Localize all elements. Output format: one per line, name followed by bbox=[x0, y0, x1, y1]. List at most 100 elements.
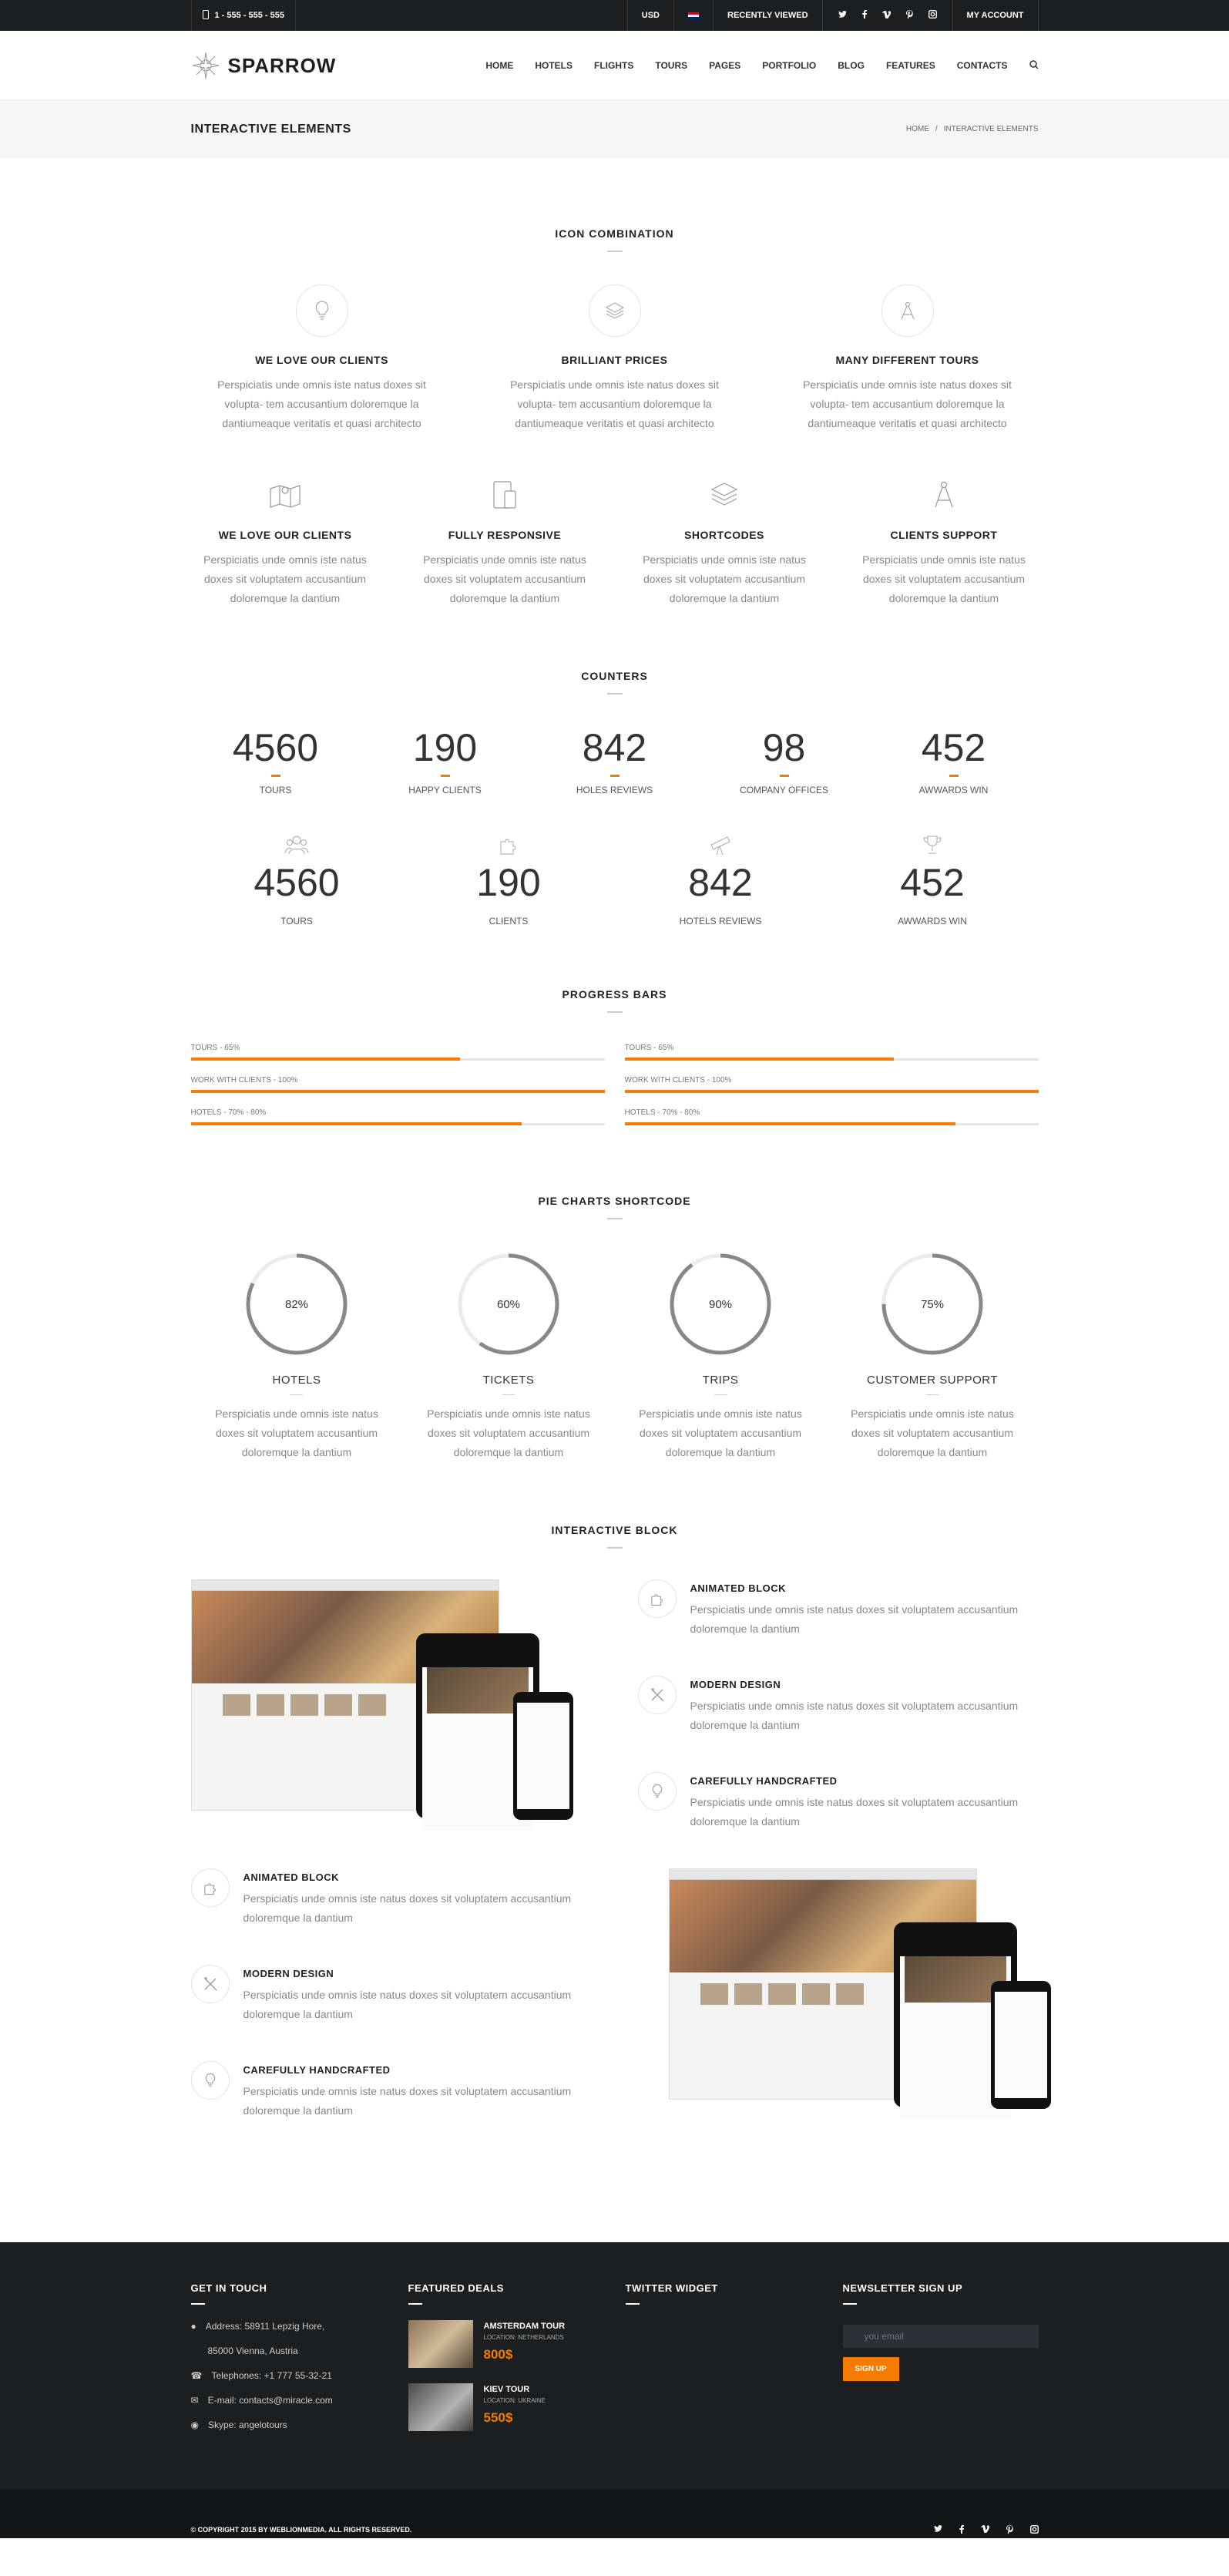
nav-hotels[interactable]: HOTELS bbox=[535, 60, 573, 71]
pie-value: 75% bbox=[920, 1297, 945, 1311]
deal-item[interactable]: KIEV TOUR LOCATION: UKRAINE 550$ bbox=[408, 2383, 603, 2431]
interactive-text: Perspiciatis unde omnis iste natus doxes… bbox=[243, 1989, 572, 2020]
pinterest-icon[interactable] bbox=[905, 10, 913, 21]
facebook-icon[interactable] bbox=[959, 2524, 964, 2535]
interactive-title: ANIMATED BLOCK bbox=[690, 1582, 786, 1594]
sparrow-logo-icon bbox=[192, 52, 219, 79]
pie-title: HOTELS bbox=[191, 1374, 403, 1395]
nav-home[interactable]: HOME bbox=[485, 60, 513, 71]
copyright: © COPYRIGHT 2015 BY WEBLIONMEDIA. ALL RI… bbox=[190, 2526, 412, 2534]
page-title: INTERACTIVE ELEMENTS bbox=[190, 122, 351, 136]
progress-fill bbox=[190, 1058, 460, 1061]
counter: 842 HOTELS REVIEWS bbox=[615, 829, 827, 926]
interactive-item: MODERN DESIGN Perspiciatis unde omnis ist… bbox=[190, 1965, 592, 2024]
section-title: PROGRESS BARS bbox=[191, 988, 1039, 1013]
counter-value: 190 bbox=[412, 726, 478, 769]
breadcrumb: HOME / INTERACTIVE ELEMENTS bbox=[906, 125, 1039, 133]
nav-features[interactable]: FEATURES bbox=[886, 60, 935, 71]
map-icon bbox=[191, 479, 380, 510]
skype-item[interactable]: ◉ Skype: angelotours bbox=[191, 2419, 385, 2431]
feature-text: Perspiciatis unde omnis iste natus doxes… bbox=[510, 378, 719, 429]
pie-chart: 82% bbox=[243, 1250, 351, 1358]
deal-name: KIEV TOUR bbox=[483, 2385, 530, 2394]
layers-icon bbox=[588, 284, 641, 337]
progress-label: TOURS - 65% bbox=[624, 1044, 674, 1052]
progress-column-right: TOURS - 65% WORK WITH CLIENTS - 100% HOT… bbox=[624, 1044, 1039, 1141]
vimeo-icon[interactable] bbox=[980, 2524, 989, 2535]
progress-label: WORK WITH CLIENTS - 100% bbox=[624, 1076, 732, 1085]
feature-title: MANY DIFFERENT TOURS bbox=[835, 354, 979, 366]
twitter-icon[interactable] bbox=[933, 2524, 942, 2535]
currency-selector[interactable]: USD bbox=[626, 0, 673, 31]
email-item[interactable]: ✉ E-mail: contacts@miracle.com bbox=[191, 2394, 385, 2406]
vimeo-icon[interactable] bbox=[881, 10, 891, 21]
devices-icon bbox=[411, 479, 599, 510]
deal-image bbox=[408, 2383, 473, 2431]
search-icon[interactable] bbox=[1029, 59, 1039, 72]
mobile-icon bbox=[202, 9, 209, 22]
pie-value: 60% bbox=[496, 1297, 521, 1311]
progress-fill bbox=[190, 1122, 522, 1125]
interactive-text: Perspiciatis unde omnis iste natus doxes… bbox=[243, 2085, 572, 2117]
feature-title: FULLY RESPONSIVE bbox=[448, 529, 562, 541]
footer-contact: GET IN TOUCH ● Address: 58911 Lepzig Hore… bbox=[191, 2282, 385, 2443]
progress-bar: TOURS - 65% bbox=[624, 1044, 1039, 1061]
progress-label: TOURS - 65% bbox=[190, 1044, 240, 1052]
counter-value: 452 bbox=[921, 726, 986, 769]
nav-tours[interactable]: TOURS bbox=[655, 60, 687, 71]
instagram-icon[interactable] bbox=[1029, 2524, 1039, 2535]
counter-label: HAPPY CLIENTS bbox=[408, 785, 482, 795]
phone-icon: ☎ bbox=[190, 2370, 203, 2381]
recently-viewed-link[interactable]: RECENTLY VIEWED bbox=[713, 0, 822, 31]
pie-chart-item: 60% TICKETS Perspiciatis unde omnis iste… bbox=[403, 1250, 615, 1462]
envelope-icon: ✉ bbox=[190, 2395, 199, 2406]
signup-button[interactable]: SIGN UP bbox=[842, 2357, 899, 2381]
compass-icon bbox=[881, 284, 934, 337]
phone-item: ☎ Telephones: +1 777 55-32-21 bbox=[190, 2370, 332, 2381]
map-pin-icon: ● bbox=[190, 2321, 196, 2332]
pinterest-icon[interactable] bbox=[1006, 2524, 1013, 2535]
progress-fill bbox=[624, 1090, 1039, 1093]
feature-item: FULLY RESPONSIVE Perspiciatis unde omnis… bbox=[411, 479, 599, 608]
nav-pages[interactable]: PAGES bbox=[709, 60, 740, 71]
twitter-icon[interactable] bbox=[838, 10, 847, 21]
breadcrumb-home[interactable]: HOME bbox=[906, 125, 929, 133]
interactive-item: MODERN DESIGN Perspiciatis unde omnis ist… bbox=[637, 1676, 1039, 1735]
counter-label: CLIENTS bbox=[489, 916, 529, 926]
pie-title: TICKETS bbox=[403, 1374, 615, 1395]
interactive-text: Perspiciatis unde omnis iste natus doxes… bbox=[690, 1603, 1019, 1635]
feature-item: WE LOVE OUR CLIENTS Perspiciatis unde om… bbox=[191, 284, 453, 433]
section-title: INTERACTIVE BLOCK bbox=[191, 1524, 1039, 1549]
deal-location: LOCATION: UKRAINE bbox=[483, 2397, 546, 2404]
address-item: ● Address: 58911 Lepzig Hore, bbox=[190, 2321, 325, 2332]
counter-value: 190 bbox=[476, 861, 541, 904]
feature-title: CLIENTS SUPPORT bbox=[890, 529, 998, 541]
pie-title: TRIPS bbox=[615, 1374, 827, 1395]
breadcrumb-separator: / bbox=[935, 125, 938, 133]
progress-label: WORK WITH CLIENTS - 100% bbox=[190, 1076, 298, 1085]
progress-bar: WORK WITH CLIENTS - 100% bbox=[624, 1076, 1039, 1093]
tools-icon bbox=[637, 1676, 677, 1714]
instagram-icon[interactable] bbox=[928, 9, 937, 21]
counter-divider bbox=[440, 775, 450, 777]
skype-icon: ◉ bbox=[190, 2420, 199, 2430]
progress-bar: WORK WITH CLIENTS - 100% bbox=[190, 1076, 605, 1093]
progress-fill bbox=[624, 1058, 894, 1061]
bottom-bar: © COPYRIGHT 2015 BY WEBLIONMEDIA. ALL RI… bbox=[0, 2490, 1229, 2538]
newsletter-email-input[interactable] bbox=[842, 2325, 1039, 2348]
my-account-link[interactable]: MY ACCOUNT bbox=[952, 0, 1039, 31]
logo[interactable]: SPARROW bbox=[191, 51, 337, 80]
feature-item: CLIENTS SUPPORT Perspiciatis unde omnis … bbox=[850, 479, 1039, 608]
nav-contacts[interactable]: CONTACTS bbox=[957, 60, 1008, 71]
nav-blog[interactable]: BLOG bbox=[838, 60, 865, 71]
facebook-icon[interactable] bbox=[861, 10, 867, 21]
deal-price: 550$ bbox=[483, 2410, 513, 2425]
interactive-item: ANIMATED BLOCK Perspiciatis unde omnis is… bbox=[190, 1868, 592, 1928]
nav-portfolio[interactable]: PORTFOLIO bbox=[762, 60, 816, 71]
interactive-text: Perspiciatis unde omnis iste natus doxes… bbox=[690, 1796, 1019, 1828]
deal-item[interactable]: AMSTERDAM TOUR LOCATION: NETHERLANDS 800$ bbox=[408, 2320, 603, 2368]
language-selector[interactable] bbox=[673, 0, 713, 31]
section-title: COUNTERS bbox=[191, 670, 1039, 694]
interactive-title: MODERN DESIGN bbox=[690, 1679, 781, 1690]
nav-flights[interactable]: FLIGHTS bbox=[594, 60, 633, 71]
